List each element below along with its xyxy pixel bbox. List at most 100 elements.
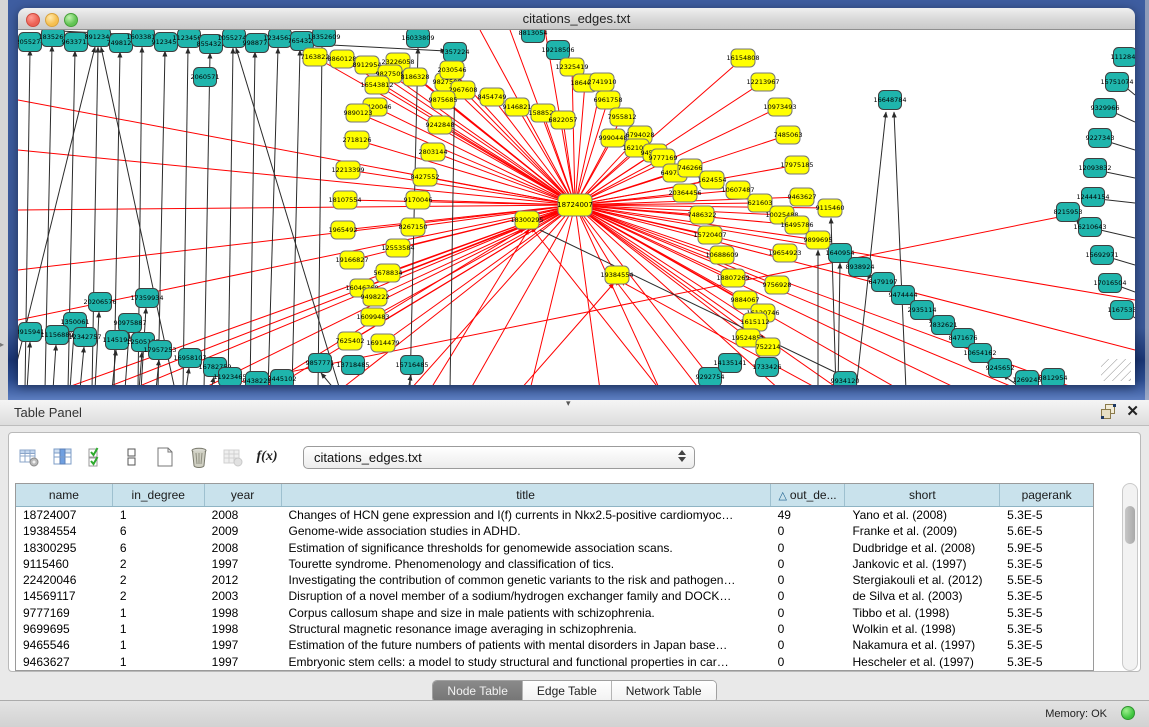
- column-header-year[interactable]: year: [205, 484, 282, 506]
- graph-node[interactable]: 2803144: [419, 143, 448, 161]
- graph-node[interactable]: 9857771: [306, 354, 335, 373]
- graph-node[interactable]: 16914479: [366, 334, 399, 352]
- graph-node[interactable]: 8427552: [411, 168, 440, 186]
- graph-node[interactable]: 9170046: [404, 191, 433, 209]
- graph-node[interactable]: 8812954: [1039, 369, 1068, 386]
- graph-node[interactable]: 7486322: [688, 206, 717, 224]
- graph-node[interactable]: 8267150: [399, 218, 428, 236]
- right-scroll-strip[interactable]: [1145, 0, 1149, 400]
- graph-node[interactable]: 15692971: [1085, 246, 1118, 265]
- graph-node[interactable]: 17016504: [1093, 274, 1126, 293]
- column-header-in_degree[interactable]: in_degree: [113, 484, 205, 506]
- table-body[interactable]: 1872400712008Changes of HCN gene express…: [16, 507, 1093, 670]
- graph-node[interactable]: 7625402: [336, 332, 365, 350]
- node-table[interactable]: namein_degreeyeartitle△out_de...shortpag…: [15, 483, 1094, 671]
- graph-node[interactable]: 17975185: [780, 156, 813, 174]
- column-visibility-icon[interactable]: [51, 445, 75, 469]
- table-row[interactable]: 1456911722003Disruption of a novel membe…: [16, 588, 1093, 604]
- table-scrollbar-thumb[interactable]: [1125, 506, 1135, 544]
- graph-node[interactable]: 1615112: [741, 313, 770, 331]
- new-file-icon[interactable]: [153, 445, 177, 469]
- column-header-title[interactable]: title: [282, 484, 771, 506]
- table-row[interactable]: 911546021997Tourette syndrome. Phenomeno…: [16, 556, 1093, 572]
- graph-node[interactable]: 12325419: [555, 58, 588, 76]
- graph-node[interactable]: 18807269: [716, 269, 749, 287]
- graph-node[interactable]: 18300295: [510, 211, 543, 229]
- graph-node[interactable]: 10688609: [705, 246, 738, 264]
- graph-node[interactable]: 9245652: [986, 359, 1015, 378]
- graph-node[interactable]: 8445102: [268, 370, 297, 386]
- graph-node[interactable]: 9934120: [831, 372, 860, 386]
- table-row[interactable]: 946554611997Estimation of the future num…: [16, 637, 1093, 653]
- graph-node[interactable]: 2718126: [343, 131, 372, 149]
- splitter-grip-icon[interactable]: ▾: [566, 398, 571, 409]
- graph-node[interactable]: 15720407: [693, 226, 726, 244]
- graph-node[interactable]: 1733426: [753, 358, 782, 377]
- graph-node[interactable]: 10973493: [763, 98, 796, 116]
- graph-node[interactable]: 12213967: [746, 73, 779, 91]
- graph-node[interactable]: 2030546: [438, 61, 467, 79]
- graph-node[interactable]: 9115460: [816, 199, 845, 217]
- graph-node[interactable]: 16648784: [873, 91, 906, 110]
- graph-node[interactable]: 7163822: [301, 48, 330, 66]
- left-collapse-strip[interactable]: ▸: [0, 0, 8, 400]
- graph-node[interactable]: 9890123: [344, 104, 373, 122]
- table-row[interactable]: 1872400712008Changes of HCN gene express…: [16, 507, 1093, 523]
- graph-node[interactable]: 7357224: [441, 43, 470, 62]
- graph-node[interactable]: 1167533: [1108, 301, 1135, 320]
- graph-node[interactable]: 9242848: [426, 116, 455, 134]
- graph-node[interactable]: 19218506: [541, 41, 574, 60]
- graph-node[interactable]: 1269245: [1013, 371, 1042, 386]
- table-scrollbar[interactable]: [1122, 483, 1138, 671]
- graph-node[interactable]: 9899695: [804, 231, 833, 249]
- graph-node[interactable]: 16543812: [360, 76, 393, 94]
- graph-node[interactable]: 1112843: [1111, 48, 1135, 67]
- graph-node[interactable]: 16033809: [401, 30, 434, 48]
- graph-node[interactable]: 2060571: [191, 68, 220, 87]
- select-columns-icon[interactable]: [85, 445, 109, 469]
- collapse-arrow-icon[interactable]: ▸: [0, 340, 4, 349]
- graph-node[interactable]: 6822057: [549, 111, 578, 129]
- column-header-short[interactable]: short: [845, 484, 1000, 506]
- graph-node[interactable]: 2935114: [908, 301, 937, 320]
- table-row[interactable]: 1830029562008Estimation of significance …: [16, 540, 1093, 556]
- graph-node[interactable]: 20364456: [668, 184, 701, 202]
- graph-node[interactable]: 9463627: [788, 188, 817, 206]
- graph-node[interactable]: 19384554: [600, 266, 633, 284]
- graph-node[interactable]: 15716485: [395, 356, 428, 375]
- graph-node[interactable]: 7955812: [608, 108, 637, 126]
- graph-node[interactable]: 12553584: [381, 239, 414, 257]
- graph-node[interactable]: 9498222: [361, 288, 390, 306]
- tab-network-table[interactable]: Network Table: [612, 681, 716, 702]
- network-canvas[interactable]: 2055274183526096337158912345749812316033…: [18, 30, 1135, 385]
- graph-node[interactable]: 746266: [678, 159, 703, 177]
- graph-node[interactable]: 16099483: [356, 308, 389, 326]
- graph-node[interactable]: 13718485: [336, 356, 369, 375]
- graph-node[interactable]: 9146821: [503, 98, 532, 116]
- graph-node[interactable]: 9227343: [1086, 129, 1115, 148]
- graph-node[interactable]: 19166827: [335, 251, 368, 269]
- graph-node[interactable]: 752214: [756, 338, 781, 356]
- graph-node[interactable]: 18107554: [328, 191, 361, 209]
- table-row[interactable]: 946362711997Embryonic stem cells: a mode…: [16, 654, 1093, 670]
- table-header-row[interactable]: namein_degreeyeartitle△out_de...shortpag…: [16, 484, 1093, 507]
- graph-node[interactable]: 8938924: [846, 258, 875, 277]
- graph-node[interactable]: 9756928: [763, 276, 792, 294]
- graph-node[interactable]: 1965492: [329, 221, 358, 239]
- graph-node[interactable]: 621603: [748, 194, 773, 212]
- graph-node[interactable]: 19654923: [768, 244, 801, 262]
- close-panel-icon[interactable]: ✕: [1126, 404, 1139, 419]
- table-row[interactable]: 1938455462009Genome-wide association stu…: [16, 523, 1093, 539]
- graph-node[interactable]: 8215953: [1054, 203, 1083, 222]
- graph-node[interactable]: 2741910: [588, 73, 617, 91]
- graph-node[interactable]: 6961758: [594, 91, 623, 109]
- graph-node[interactable]: 18724007: [557, 194, 593, 216]
- graph-node[interactable]: 90975887: [113, 314, 146, 333]
- function-builder-icon[interactable]: f(x): [255, 445, 279, 469]
- window-resize-grip[interactable]: [1101, 359, 1131, 381]
- network-window-titlebar[interactable]: citations_edges.txt: [18, 8, 1135, 30]
- row-height-icon[interactable]: [119, 445, 143, 469]
- graph-node[interactable]: 8813054: [519, 30, 548, 43]
- table-row[interactable]: 2242004622012Investigating the contribut…: [16, 572, 1093, 588]
- graph-node[interactable]: 8186328: [401, 68, 430, 86]
